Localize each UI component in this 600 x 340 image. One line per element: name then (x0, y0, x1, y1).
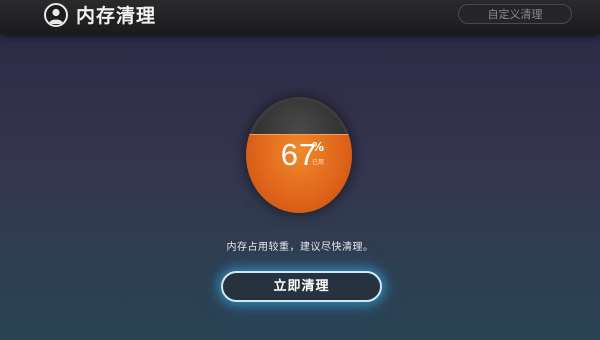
status-message: 内存占用较重，建议尽快清理。 (226, 242, 374, 253)
title-bar: 内存清理 自定义清理 (0, 0, 600, 34)
usage-percent-sign: % (312, 140, 325, 154)
clean-now-button[interactable]: 立即清理 (221, 271, 382, 302)
memory-usage-gauge: 67 % 已用 (246, 97, 352, 213)
usage-sub-label: 已用 (312, 159, 325, 166)
custom-clean-button[interactable]: 自定义清理 (458, 4, 572, 24)
app-title: 内存清理 (76, 5, 157, 27)
user-avatar-icon (44, 3, 68, 27)
gauge-readout: 67 % 已用 (246, 137, 352, 173)
